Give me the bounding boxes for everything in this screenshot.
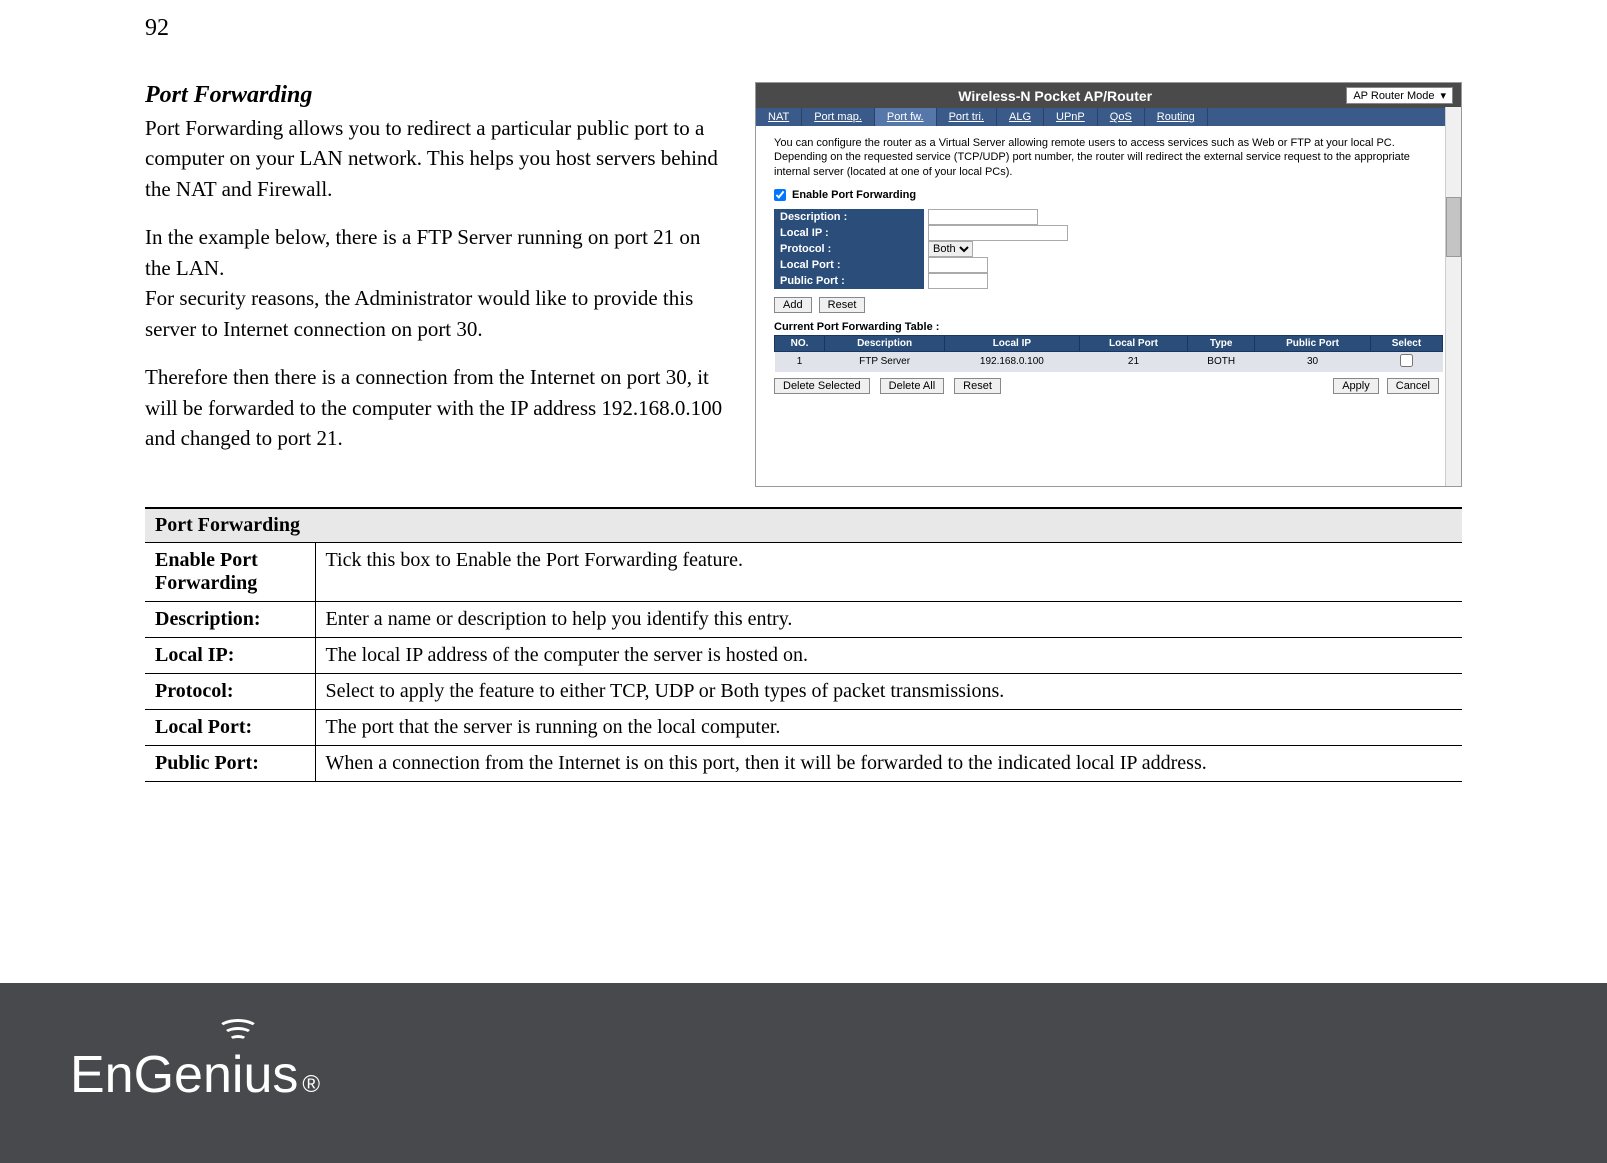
fw-table-title: Current Port Forwarding Table : xyxy=(774,321,1443,333)
td-ip: 192.168.0.100 xyxy=(945,351,1080,372)
paragraph-3: For security reasons, the Administrator … xyxy=(145,286,693,340)
tab-nat[interactable]: NAT xyxy=(756,108,802,126)
footer: EnGenius® xyxy=(0,983,1607,1163)
tab-upnp[interactable]: UPnP xyxy=(1044,108,1098,126)
def-label-3: Protocol: xyxy=(145,674,315,710)
form-local-ip-input[interactable] xyxy=(928,225,1068,241)
paragraph-2-3: In the example below, there is a FTP Ser… xyxy=(145,222,725,344)
tab-qos[interactable]: QoS xyxy=(1098,108,1145,126)
router-title: Wireless-N Pocket AP/Router xyxy=(764,88,1346,104)
mode-select[interactable]: AP Router Mode ▾ xyxy=(1346,87,1453,104)
reset-button[interactable]: Reset xyxy=(819,297,866,313)
def-label-1: Description: xyxy=(145,602,315,638)
table-row: 1 FTP Server 192.168.0.100 21 BOTH 30 xyxy=(775,351,1443,372)
row-select-checkbox[interactable] xyxy=(1400,354,1413,367)
form-public-port-label: Public Port : xyxy=(774,273,924,289)
td-no: 1 xyxy=(775,351,825,372)
tab-port-tri[interactable]: Port tri. xyxy=(937,108,997,126)
router-body-desc: You can configure the router as a Virtua… xyxy=(774,136,1443,179)
def-label-2: Local IP: xyxy=(145,638,315,674)
apply-button[interactable]: Apply xyxy=(1333,378,1379,394)
form-local-port-label: Local Port : xyxy=(774,257,924,273)
section-title: Port Forwarding xyxy=(145,82,725,109)
scrollbar-thumb[interactable] xyxy=(1446,197,1461,257)
form-local-port-input[interactable] xyxy=(928,257,988,273)
definition-table: Port Forwarding Enable Port ForwardingTi… xyxy=(145,507,1462,782)
form-public-port-input[interactable] xyxy=(928,273,988,289)
th-no: NO. xyxy=(775,335,825,351)
def-label-0: Enable Port Forwarding xyxy=(145,543,315,602)
th-lport: Local Port xyxy=(1079,335,1187,351)
td-type: BOTH xyxy=(1188,351,1255,372)
th-desc: Description xyxy=(825,335,945,351)
td-lport: 21 xyxy=(1079,351,1187,372)
tab-routing[interactable]: Routing xyxy=(1145,108,1208,126)
paragraph-2: In the example below, there is a FTP Ser… xyxy=(145,225,700,279)
chevron-down-icon: ▾ xyxy=(1440,89,1446,102)
form-protocol-label: Protocol : xyxy=(774,241,924,257)
fw-table: NO. Description Local IP Local Port Type… xyxy=(774,335,1443,372)
def-desc-4: The port that the server is running on t… xyxy=(315,710,1462,746)
def-desc-3: Select to apply the feature to either TC… xyxy=(315,674,1462,710)
form-description-label: Description : xyxy=(774,209,924,225)
def-label-4: Local Port: xyxy=(145,710,315,746)
page-number: 92 xyxy=(145,15,1462,42)
th-pport: Public Port xyxy=(1255,335,1371,351)
def-desc-5: When a connection from the Internet is o… xyxy=(315,746,1462,782)
router-tabs: NAT Port map. Port fw. Port tri. ALG UPn… xyxy=(756,108,1461,126)
delete-selected-button[interactable]: Delete Selected xyxy=(774,378,870,394)
th-select: Select xyxy=(1370,335,1442,351)
tab-port-fw[interactable]: Port fw. xyxy=(875,108,937,126)
th-type: Type xyxy=(1188,335,1255,351)
def-header: Port Forwarding xyxy=(145,508,1462,543)
def-label-5: Public Port: xyxy=(145,746,315,782)
def-desc-2: The local IP address of the computer the… xyxy=(315,638,1462,674)
registered-icon: ® xyxy=(302,1071,320,1099)
paragraph-1: Port Forwarding allows you to redirect a… xyxy=(145,113,725,204)
enable-port-fw-label: Enable Port Forwarding xyxy=(792,189,916,201)
cancel-button[interactable]: Cancel xyxy=(1387,378,1439,394)
td-pport: 30 xyxy=(1255,351,1371,372)
scrollbar[interactable] xyxy=(1445,107,1461,486)
def-desc-1: Enter a name or description to help you … xyxy=(315,602,1462,638)
tab-port-map[interactable]: Port map. xyxy=(802,108,875,126)
router-ui-screenshot: Wireless-N Pocket AP/Router AP Router Mo… xyxy=(755,82,1462,487)
mode-select-value: AP Router Mode xyxy=(1353,90,1434,102)
form-description-input[interactable] xyxy=(928,209,1038,225)
form-local-ip-label: Local IP : xyxy=(774,225,924,241)
engenius-logo: EnGenius® xyxy=(70,1045,320,1105)
td-select xyxy=(1370,351,1442,372)
tab-alg[interactable]: ALG xyxy=(997,108,1044,126)
add-button[interactable]: Add xyxy=(774,297,812,313)
def-desc-0: Tick this box to Enable the Port Forward… xyxy=(315,543,1462,602)
paragraph-4: Therefore then there is a connection fro… xyxy=(145,362,725,453)
td-desc: FTP Server xyxy=(825,351,945,372)
form-protocol-select[interactable]: Both xyxy=(928,241,973,257)
enable-port-fw-checkbox[interactable] xyxy=(774,189,786,201)
reset2-button[interactable]: Reset xyxy=(954,378,1001,394)
delete-all-button[interactable]: Delete All xyxy=(880,378,944,394)
router-header: Wireless-N Pocket AP/Router AP Router Mo… xyxy=(756,83,1461,108)
th-ip: Local IP xyxy=(945,335,1080,351)
